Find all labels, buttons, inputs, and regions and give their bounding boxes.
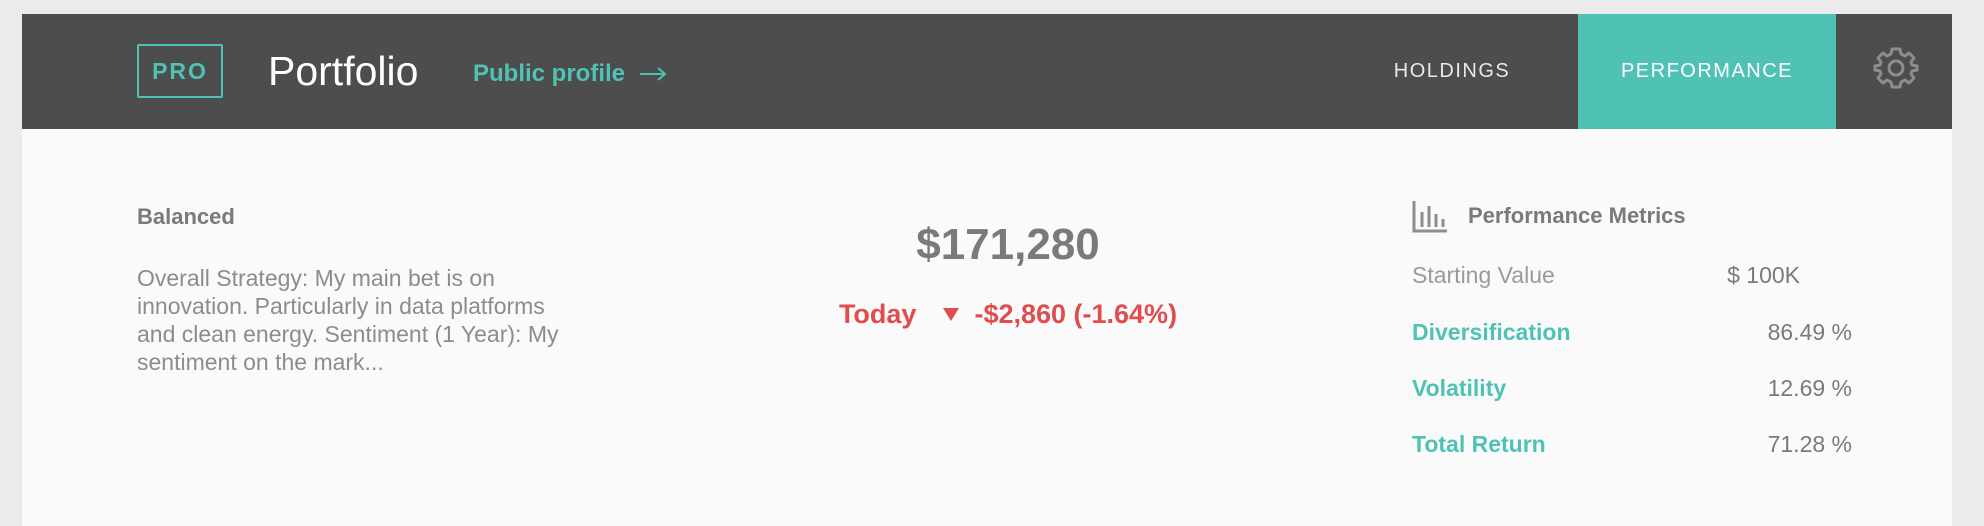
metric-value: $ 100K bbox=[1727, 261, 1800, 288]
metric-row-starting-value: Starting Value $ 100K bbox=[1412, 258, 1852, 292]
metric-value: 71.28 % bbox=[1767, 430, 1852, 457]
strategy-description: Overall Strategy: My main bet is on inno… bbox=[137, 265, 559, 375]
diversification-link[interactable]: Diversification bbox=[1412, 319, 1571, 346]
metric-row-volatility: Volatility 12.69 % bbox=[1412, 371, 1852, 405]
top-navigation-bar: PRO Portfolio Public profile HOLDINGS PE… bbox=[22, 14, 1952, 129]
bar-chart-icon bbox=[1412, 199, 1448, 233]
settings-button[interactable] bbox=[1870, 44, 1922, 96]
daily-change-value: -$2,860 (-1.64%) bbox=[974, 298, 1178, 329]
performance-metrics-header: Performance Metrics bbox=[1412, 196, 1686, 236]
metric-label: Starting Value bbox=[1412, 261, 1555, 288]
triangle-down-icon bbox=[942, 307, 960, 322]
daily-change: Today -$2,860 (-1.64%) bbox=[802, 294, 1214, 334]
pro-badge: PRO bbox=[137, 44, 223, 98]
today-label: Today bbox=[838, 298, 917, 329]
tab-performance[interactable]: PERFORMANCE bbox=[1578, 14, 1836, 129]
metrics-title: Performance Metrics bbox=[1468, 203, 1686, 228]
metric-row-total-return: Total Return 71.28 % bbox=[1412, 427, 1852, 461]
public-profile-label: Public profile bbox=[473, 60, 626, 87]
portfolio-page: PRO Portfolio Public profile HOLDINGS PE… bbox=[22, 14, 1952, 526]
gear-icon bbox=[1873, 45, 1919, 96]
metric-row-diversification: Diversification 86.49 % bbox=[1412, 315, 1852, 349]
page-title: Portfolio bbox=[268, 48, 419, 94]
metric-value: 86.49 % bbox=[1767, 318, 1852, 345]
volatility-link[interactable]: Volatility bbox=[1412, 375, 1506, 402]
tab-holdings[interactable]: HOLDINGS bbox=[1352, 14, 1552, 129]
strategy-name: Balanced bbox=[137, 204, 235, 229]
arrow-right-icon bbox=[639, 66, 667, 82]
portfolio-total-value: $171,280 bbox=[916, 220, 1100, 269]
metric-value: 12.69 % bbox=[1767, 374, 1852, 401]
public-profile-link[interactable]: Public profile bbox=[473, 54, 667, 94]
total-return-link[interactable]: Total Return bbox=[1412, 431, 1546, 458]
